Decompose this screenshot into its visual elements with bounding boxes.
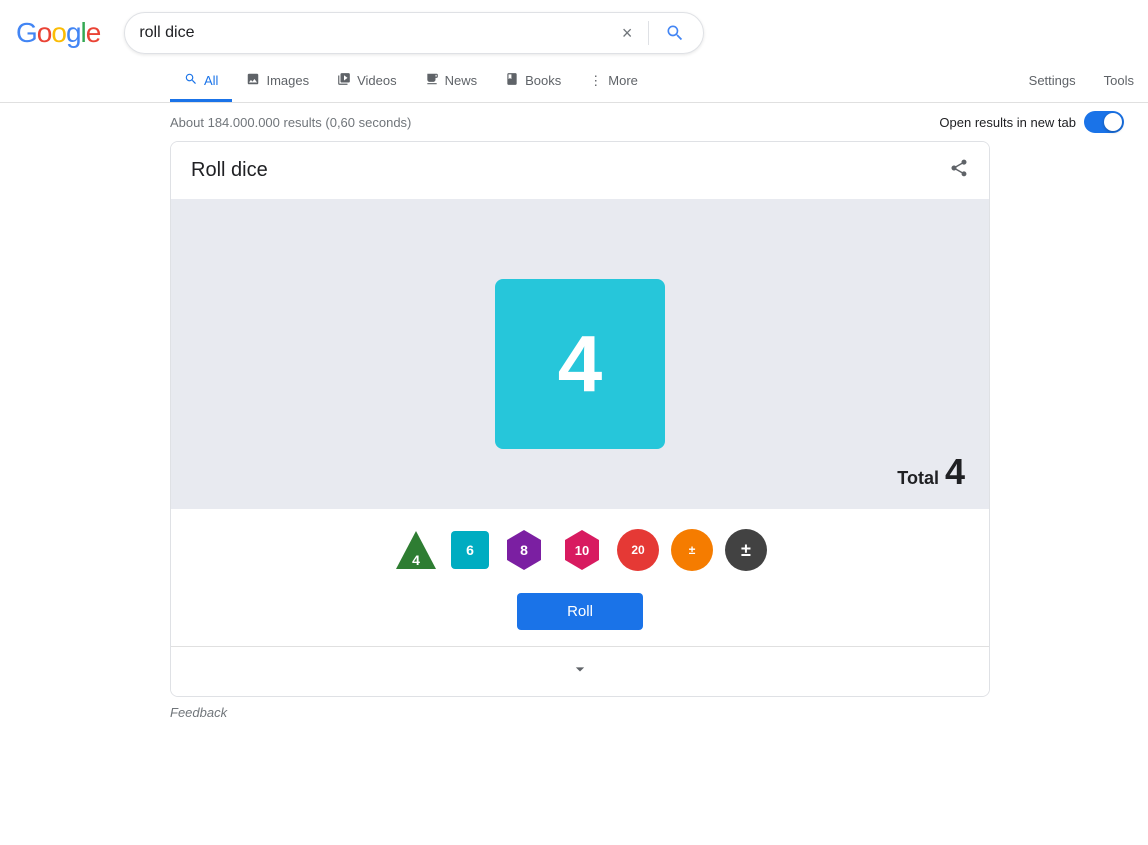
logo-o1: o <box>37 17 52 49</box>
news-icon <box>425 72 439 89</box>
dice-d12[interactable]: 20 <box>617 529 659 571</box>
d20-label: ± <box>689 543 696 557</box>
feedback-label[interactable]: Feedback <box>170 705 227 720</box>
d8-icon: 8 <box>501 527 547 573</box>
open-new-tab-label: Open results in new tab <box>939 115 1076 130</box>
roll-dice-card: Roll dice 4 Total 4 4 <box>170 141 990 697</box>
dice-face[interactable]: 4 <box>495 279 665 449</box>
share-button[interactable] <box>949 158 969 183</box>
dice-value: 4 <box>558 318 603 410</box>
google-logo[interactable]: Google <box>16 17 100 49</box>
nav-right: Settings Tools <box>1015 63 1148 101</box>
search-submit-button[interactable] <box>661 23 689 43</box>
share-icon <box>949 158 969 178</box>
tab-all[interactable]: All <box>170 62 232 102</box>
dice-area: 4 Total 4 <box>171 199 989 509</box>
dice-d6[interactable]: 6 <box>451 531 489 569</box>
svg-text:10: 10 <box>575 543 589 558</box>
d12-label: 20 <box>631 543 644 557</box>
books-icon <box>505 72 519 89</box>
search-input[interactable] <box>139 24 609 42</box>
tab-videos-label: Videos <box>357 73 397 88</box>
settings-label: Settings <box>1029 73 1076 88</box>
toggle-knob <box>1104 113 1122 131</box>
settings-tab[interactable]: Settings <box>1015 63 1090 101</box>
dice-selector: 4 6 8 10 <box>171 509 989 585</box>
dice-custom[interactable]: ± <box>725 529 767 571</box>
logo-o2: o <box>51 17 66 49</box>
header: Google × <box>0 0 1148 54</box>
search-clear-button[interactable]: × <box>618 23 637 44</box>
roll-button[interactable]: Roll <box>517 593 643 630</box>
tab-books-label: Books <box>525 73 561 88</box>
d6-label: 6 <box>466 542 474 558</box>
feedback-row: Feedback <box>0 697 1148 728</box>
logo-g: G <box>16 17 37 49</box>
tab-books[interactable]: Books <box>491 62 575 102</box>
card-header: Roll dice <box>171 142 989 199</box>
tab-images-label: Images <box>266 73 309 88</box>
total-display: Total 4 <box>897 451 965 493</box>
tab-news-label: News <box>445 73 478 88</box>
expand-row[interactable] <box>171 646 989 696</box>
search-bar: × <box>124 12 704 54</box>
d6-shape: 6 <box>451 531 489 569</box>
total-label: Total <box>897 468 939 489</box>
tools-tab[interactable]: Tools <box>1090 63 1148 101</box>
svg-text:4: 4 <box>412 552 420 568</box>
tab-more-label: More <box>608 73 638 88</box>
tab-all-label: All <box>204 73 218 88</box>
dice-d20[interactable]: ± <box>671 529 713 571</box>
logo-g2: g <box>66 17 81 49</box>
tab-news[interactable]: News <box>411 62 492 102</box>
tab-more[interactable]: ⋮ More <box>575 63 652 102</box>
logo-e: e <box>86 17 101 49</box>
more-icon: ⋮ <box>589 73 602 89</box>
d10-icon: 10 <box>559 527 605 573</box>
d20-shape: ± <box>671 529 713 571</box>
d12-shape: 20 <box>617 529 659 571</box>
new-tab-toggle[interactable] <box>1084 111 1124 133</box>
nav-tabs: All Images Videos News Books ⋮ More Sett… <box>0 62 1148 103</box>
images-icon <box>246 72 260 89</box>
main-content: Roll dice 4 Total 4 4 <box>0 141 990 697</box>
search-divider <box>648 21 649 45</box>
search-icon <box>665 23 685 43</box>
custom-shape: ± <box>725 529 767 571</box>
tools-label: Tools <box>1104 73 1134 88</box>
tab-videos[interactable]: Videos <box>323 62 411 102</box>
dice-d10[interactable]: 10 <box>559 527 605 573</box>
chevron-down-icon <box>570 659 590 684</box>
videos-icon <box>337 72 351 89</box>
d4-icon: 4 <box>393 527 439 573</box>
dice-d4[interactable]: 4 <box>393 527 439 573</box>
card-title: Roll dice <box>191 159 268 182</box>
roll-button-row: Roll <box>171 585 989 646</box>
svg-text:8: 8 <box>520 542 528 558</box>
dice-d8[interactable]: 8 <box>501 527 547 573</box>
total-value: 4 <box>945 451 965 493</box>
all-icon <box>184 72 198 89</box>
open-new-tab: Open results in new tab <box>939 111 1124 133</box>
custom-label: ± <box>741 540 751 561</box>
results-info: About 184.000.000 results (0,60 seconds)… <box>0 103 1148 141</box>
tab-images[interactable]: Images <box>232 62 323 102</box>
result-count: About 184.000.000 results (0,60 seconds) <box>170 115 411 130</box>
